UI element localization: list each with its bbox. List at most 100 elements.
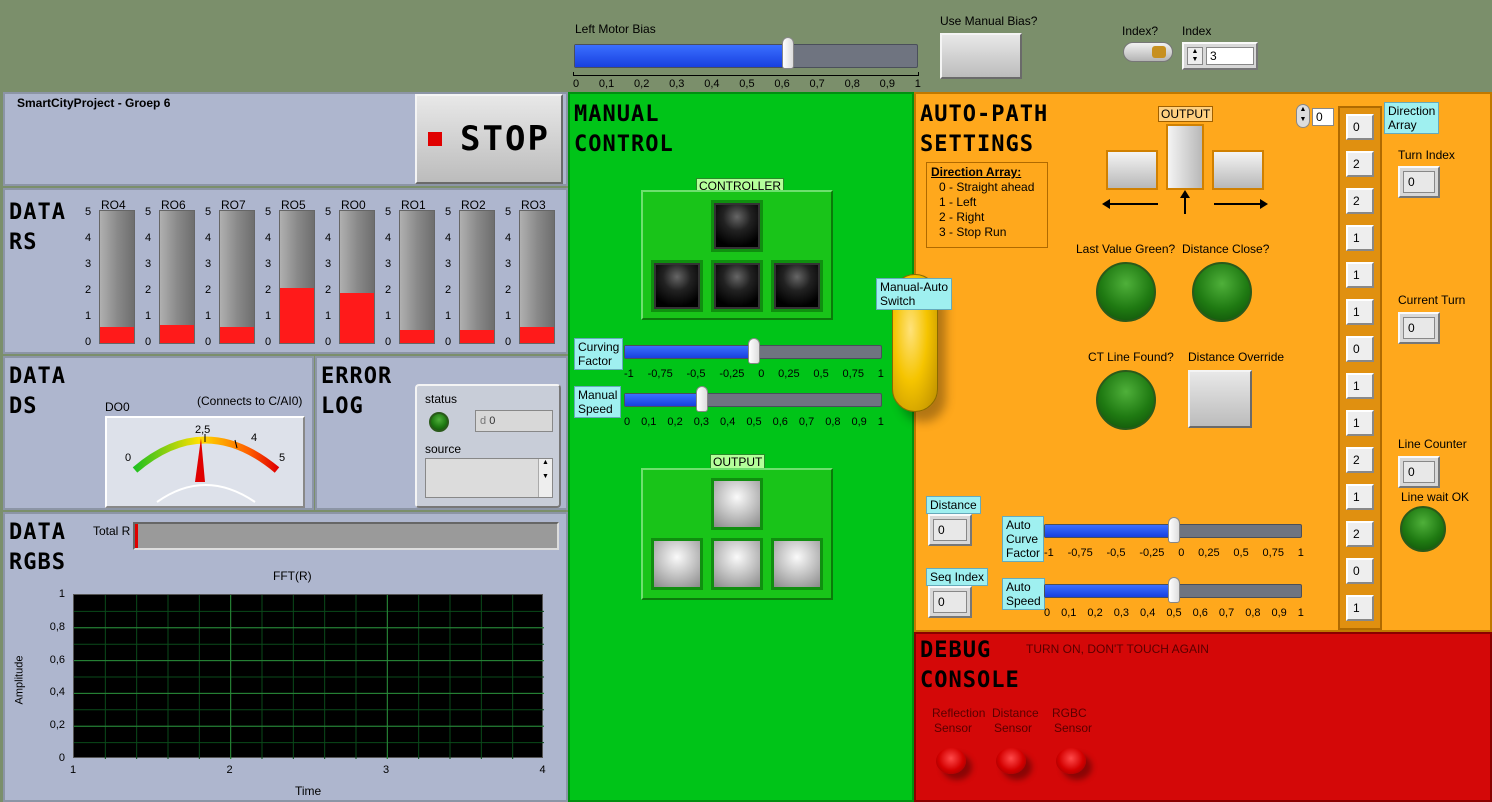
- sensor-toggle-button[interactable]: [936, 748, 966, 774]
- fft-title: FFT(R): [273, 569, 312, 583]
- scale-tick: 0,7: [1218, 607, 1235, 619]
- tank-scale-tick: 5: [205, 206, 212, 218]
- direction-array-element[interactable]: 1: [1346, 484, 1374, 510]
- scale-tick: 0,6: [772, 416, 788, 428]
- controller-left-led[interactable]: [651, 260, 703, 312]
- fft-plot[interactable]: [73, 594, 544, 759]
- direction-array-element[interactable]: 1: [1346, 262, 1374, 288]
- source-scrollbar[interactable]: ▲ ▼: [538, 459, 552, 497]
- direction-legend-item: 0 - Straight ahead: [939, 180, 1035, 194]
- scale-tick: 0,6: [1192, 607, 1208, 619]
- index-stepper[interactable]: ▲ ▼: [1187, 47, 1203, 65]
- auto-curve-label-1: Auto: [1006, 518, 1031, 532]
- scale-tick: 0,1: [1061, 607, 1077, 619]
- direction-array-value: 1: [1353, 490, 1360, 504]
- direction-array-element[interactable]: 0: [1346, 336, 1374, 362]
- code-field[interactable]: d 0: [475, 410, 553, 432]
- gauge-tick: 2,5: [195, 424, 211, 436]
- scale-tick: 0,25: [778, 368, 800, 380]
- tank-scale-tick: 0: [145, 336, 152, 348]
- datars-panel: DATA RS RO4 5 4 3 2 1 0 RO6 5 4 3 2 1 0 RO7 5 4 3 2 1 0 RO5 5 4…: [3, 188, 568, 354]
- tank-scale-tick: 0: [205, 336, 212, 348]
- distance-override-button[interactable]: [1188, 370, 1252, 428]
- scale-tick: 0,8: [1245, 607, 1261, 619]
- direction-array-element[interactable]: 0: [1346, 114, 1374, 140]
- scale-tick: 0,9: [879, 78, 895, 90]
- turn-index-indicator: 0: [1398, 166, 1440, 198]
- tank-scale-tick: 4: [445, 232, 452, 244]
- distance-indicator: 0: [928, 514, 972, 546]
- array-index-value[interactable]: 0: [1312, 108, 1334, 126]
- fft-ytick: 0,4: [49, 686, 65, 699]
- auto-speed-thumb[interactable]: [1168, 577, 1180, 603]
- index-control[interactable]: ▲ ▼ 3: [1182, 42, 1258, 70]
- direction-array-element[interactable]: 0: [1346, 558, 1374, 584]
- manual-speed-slider[interactable]: [624, 386, 882, 412]
- tank-ro5: [279, 210, 315, 344]
- controller-up-led[interactable]: [711, 200, 763, 252]
- distance-close-led: [1192, 262, 1252, 322]
- index-value[interactable]: 3: [1206, 47, 1254, 65]
- scale-tick: 0,2: [1087, 607, 1103, 619]
- direction-array-element[interactable]: 2: [1346, 151, 1374, 177]
- tank-scale-tick: 4: [145, 232, 152, 244]
- sensor-toggle-button[interactable]: [996, 748, 1026, 774]
- fft-xtick: 2: [226, 764, 233, 776]
- sensor-toggle-button[interactable]: [1056, 748, 1086, 774]
- debug-panel: DEBUG CONSOLE TURN ON, DON'T TOUCH AGAIN…: [914, 632, 1492, 802]
- curving-factor-scale: -1 -0,75 -0,5 -0,25 0 0,25 0,5 0,75 1: [624, 368, 884, 380]
- direction-array-element[interactable]: 2: [1346, 521, 1374, 547]
- fft-ylabel: Amplitude: [13, 655, 26, 705]
- seq-index-value: 0: [933, 591, 967, 613]
- controller-right-led[interactable]: [771, 260, 823, 312]
- controller-down-led[interactable]: [711, 260, 763, 312]
- code-prefix: d: [480, 415, 487, 427]
- direction-array-element[interactable]: 2: [1346, 447, 1374, 473]
- tank-fill: [400, 329, 434, 343]
- direction-array-element[interactable]: 1: [1346, 299, 1374, 325]
- direction-array-element[interactable]: 1: [1346, 595, 1374, 621]
- left-motor-bias-thumb[interactable]: [782, 37, 795, 69]
- manual-output-cluster: [641, 468, 833, 600]
- sensor-label-1: Reflection: [932, 706, 986, 720]
- tank-scale: 5 4 3 2 1 0: [385, 206, 391, 348]
- scale-tick: 0,4: [1140, 607, 1156, 619]
- sensor-label-1: Distance: [992, 706, 1039, 720]
- scale-tick: 0,4: [704, 78, 720, 90]
- curving-factor-slider[interactable]: [624, 338, 882, 364]
- array-index-stepper[interactable]: ▲ ▼: [1296, 104, 1310, 128]
- fft-ytick: 0,6: [49, 653, 65, 666]
- auto-curve-slider[interactable]: [1044, 517, 1302, 543]
- direction-array-value: 0: [1353, 564, 1360, 578]
- tank-scale-tick: 3: [265, 258, 272, 270]
- auto-speed-slider[interactable]: [1044, 577, 1302, 603]
- tank-scale-tick: 1: [385, 310, 392, 322]
- tank-scale: 5 4 3 2 1 0: [505, 206, 511, 348]
- errorlog-title-1: ERROR: [321, 364, 393, 389]
- direction-array-value: 2: [1353, 157, 1360, 171]
- sensor-label-1: RGBC: [1052, 706, 1087, 720]
- curving-label-2: Factor: [578, 354, 613, 368]
- gauge[interactable]: 0 2,5 4 5: [105, 416, 305, 508]
- tank-scale-tick: 5: [445, 206, 452, 218]
- index-toggle[interactable]: [1123, 42, 1173, 62]
- tank-scale-tick: 1: [145, 310, 152, 322]
- scale-tick: 0,5: [1233, 547, 1249, 559]
- left-motor-bias-slider[interactable]: [574, 37, 918, 69]
- auto-curve-thumb[interactable]: [1168, 517, 1180, 543]
- direction-array-element[interactable]: 1: [1346, 225, 1374, 251]
- left-motor-bias-label: Left Motor Bias: [575, 22, 656, 36]
- stop-button[interactable]: STOP: [415, 94, 563, 184]
- index-toggle-label: Index?: [1122, 24, 1159, 38]
- direction-array-element[interactable]: 1: [1346, 373, 1374, 399]
- manual-speed-thumb[interactable]: [696, 386, 709, 412]
- curving-factor-thumb[interactable]: [748, 338, 760, 364]
- scale-tick: 0,8: [844, 78, 860, 90]
- direction-array-element[interactable]: 1: [1346, 410, 1374, 436]
- use-manual-bias-button[interactable]: [940, 33, 1022, 79]
- source-field[interactable]: ▲ ▼: [425, 458, 553, 498]
- tank-scale-tick: 1: [445, 310, 452, 322]
- seq-index-indicator: 0: [928, 586, 972, 618]
- direction-array-element[interactable]: 2: [1346, 188, 1374, 214]
- switch-label-1: Manual-Auto: [880, 280, 949, 294]
